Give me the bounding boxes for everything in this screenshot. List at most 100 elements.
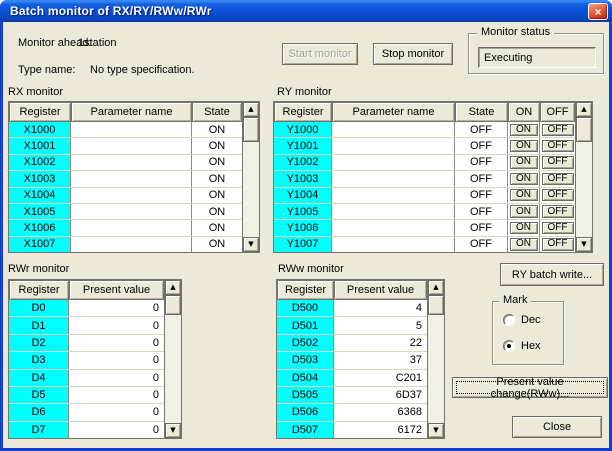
rx-monitor-table: Register Parameter name State X1000ONX10… xyxy=(8,101,260,253)
monitor-status-group-label: Monitor status xyxy=(477,26,554,38)
titlebar[interactable]: Batch monitor of RX/RY/RWw/RWr × xyxy=(0,0,612,22)
rx-state-cell: ON xyxy=(192,138,242,153)
ry-off-button[interactable]: OFF xyxy=(542,238,574,250)
rwr-scroll-down-button[interactable]: ▼ xyxy=(165,423,181,438)
ry-state-cell: OFF xyxy=(455,122,508,137)
rx-scrollbar-thumb[interactable] xyxy=(243,117,259,142)
ry-off-button[interactable]: OFF xyxy=(542,173,574,185)
rx-state-cell: ON xyxy=(192,171,242,186)
mark-option-hex[interactable]: Hex xyxy=(503,340,541,352)
rww-register-cell: D500 xyxy=(277,300,334,316)
start-monitor-button[interactable]: Start monitor xyxy=(282,43,358,65)
ry-off-cell: OFF xyxy=(540,220,575,235)
stop-monitor-button[interactable]: Stop monitor xyxy=(373,43,453,65)
rx-state-cell: ON xyxy=(192,237,242,252)
rwr-present-value-cell: 0 xyxy=(69,335,164,351)
ry-off-button[interactable]: OFF xyxy=(542,222,574,234)
scroll-up-icon: ▲ xyxy=(581,106,586,113)
ry-on-cell: ON xyxy=(508,188,540,203)
window-title: Batch monitor of RX/RY/RWw/RWr xyxy=(0,4,212,18)
rx-parameter-cell xyxy=(71,122,192,137)
rwr-register-cell: D6 xyxy=(9,404,69,420)
ry-state-cell: OFF xyxy=(455,188,508,203)
rx-scroll-up-button[interactable]: ▲ xyxy=(243,102,259,117)
ry-on-cell: ON xyxy=(508,237,540,252)
rwr-register-cell: D1 xyxy=(9,317,69,333)
rx-register-cell: X1006 xyxy=(9,220,71,235)
ry-off-button[interactable]: OFF xyxy=(542,140,574,152)
ry-off-cell: OFF xyxy=(540,155,575,170)
dec-radio-label: Dec xyxy=(521,314,541,326)
ry-parameter-cell xyxy=(332,138,455,153)
rww-monitor-table: Register Present value D5004D5015D50222D… xyxy=(276,279,445,439)
scroll-up-icon: ▲ xyxy=(170,284,175,291)
present-value-change-label: Present value change(RWw)... xyxy=(456,381,604,394)
ry-scroll-up-button[interactable]: ▲ xyxy=(576,102,592,117)
ry-parameter-cell xyxy=(332,171,455,186)
hex-radio-label: Hex xyxy=(521,340,541,352)
rx-scrollbar[interactable]: ▲ ▼ xyxy=(242,102,259,252)
ry-on-button[interactable]: ON xyxy=(510,205,538,217)
table-row: D00 xyxy=(9,300,164,317)
ry-scrollbar[interactable]: ▲ ▼ xyxy=(575,102,592,252)
ry-on-button[interactable]: ON xyxy=(510,124,538,136)
ry-off-button[interactable]: OFF xyxy=(542,189,574,201)
table-row: D504C201 xyxy=(277,370,427,387)
rww-scrollbar-thumb[interactable] xyxy=(428,295,444,315)
ry-on-button[interactable]: ON xyxy=(510,156,538,168)
ry-batch-write-button[interactable]: RY batch write... xyxy=(500,263,604,286)
rx-parameter-cell xyxy=(71,204,192,219)
rx-register-cell: X1001 xyxy=(9,138,71,153)
ry-off-button[interactable]: OFF xyxy=(542,205,574,217)
ry-state-cell: OFF xyxy=(455,171,508,186)
rx-scroll-down-button[interactable]: ▼ xyxy=(243,237,259,252)
close-button[interactable]: × xyxy=(588,3,608,20)
ry-on-button[interactable]: ON xyxy=(510,189,538,201)
rx-parameter-cell xyxy=(71,237,192,252)
rwr-scrollbar-thumb[interactable] xyxy=(165,295,181,315)
rx-state-cell: ON xyxy=(192,155,242,170)
ry-column-header-state: State xyxy=(455,102,508,122)
rww-register-cell: D505 xyxy=(277,387,334,403)
table-row: X1000ON xyxy=(9,122,242,138)
ry-monitor-table: Register Parameter name State ON OFF Y10… xyxy=(273,101,593,253)
rwr-register-cell: D0 xyxy=(9,300,69,316)
rwr-column-header-register: Register xyxy=(9,280,69,300)
rx-column-header-parameter-name: Parameter name xyxy=(71,102,192,122)
dec-radio-button[interactable] xyxy=(503,314,515,326)
rx-state-cell: ON xyxy=(192,220,242,235)
rww-scrollbar[interactable]: ▲ ▼ xyxy=(427,280,444,438)
table-row: D5056D37 xyxy=(277,387,427,404)
mark-group: Mark Dec Hex xyxy=(492,301,564,365)
close-icon: × xyxy=(594,6,601,18)
rwr-scroll-up-button[interactable]: ▲ xyxy=(165,280,181,295)
hex-radio-button[interactable] xyxy=(503,340,515,352)
rwr-monitor-label: RWr monitor xyxy=(8,263,69,275)
ry-scroll-down-button[interactable]: ▼ xyxy=(576,237,592,252)
rwr-present-value-cell: 0 xyxy=(69,387,164,403)
ry-parameter-cell xyxy=(332,188,455,203)
rww-present-value-cell: 37 xyxy=(334,352,427,368)
ry-scrollbar-thumb[interactable] xyxy=(576,117,592,142)
ry-on-cell: ON xyxy=(508,171,540,186)
ry-on-button[interactable]: ON xyxy=(510,173,538,185)
rx-column-header-register: Register xyxy=(9,102,71,122)
ry-off-button[interactable]: OFF xyxy=(542,156,574,168)
dialog-body: Monitor ahead: 1station Type name: No ty… xyxy=(3,22,609,448)
rx-state-cell: ON xyxy=(192,204,242,219)
present-value-change-button[interactable]: Present value change(RWw)... xyxy=(452,377,608,398)
rx-register-cell: X1000 xyxy=(9,122,71,137)
close-dialog-button[interactable]: Close xyxy=(512,416,602,438)
ry-on-button[interactable]: ON xyxy=(510,140,538,152)
ry-off-button[interactable]: OFF xyxy=(542,124,574,136)
rww-scroll-down-button[interactable]: ▼ xyxy=(428,423,444,438)
ry-parameter-cell xyxy=(332,220,455,235)
table-row: Y1004OFFONOFF xyxy=(274,188,575,204)
mark-option-dec[interactable]: Dec xyxy=(503,314,541,326)
rww-scroll-up-button[interactable]: ▲ xyxy=(428,280,444,295)
ry-on-button[interactable]: ON xyxy=(510,222,538,234)
ry-on-button[interactable]: ON xyxy=(510,238,538,250)
rwr-present-value-cell: 0 xyxy=(69,370,164,386)
rwr-scrollbar[interactable]: ▲ ▼ xyxy=(164,280,181,438)
table-row: D5015 xyxy=(277,317,427,334)
